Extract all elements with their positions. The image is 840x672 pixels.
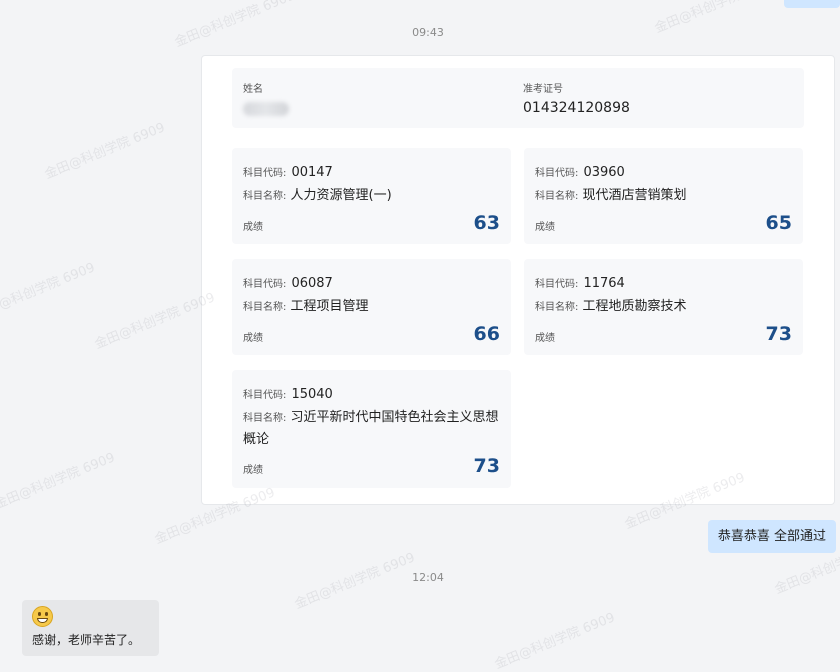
watermark: 金田@科创学院 6909 [0,260,98,323]
candidate-info-panel: 姓名 准考证号 014324120898 [232,68,804,128]
incoming-message-text: 感谢，老师辛苦了。 [32,633,141,647]
name-label: 科目名称: [243,413,287,424]
subject-code: 11764 [583,276,625,291]
score-label: 成绩 [243,333,263,344]
ticket-field: 准考证号 014324120898 [523,80,630,116]
subject-card: 科目代码: 15040 科目名称: 习近平新时代中国特色社会主义思想概论 成绩 … [232,370,511,488]
subject-score: 66 [473,323,500,345]
watermark: 金田@科创学院 6909 [0,450,118,513]
subject-code: 15040 [291,387,333,402]
top-bubble-stub[interactable] [784,0,840,8]
subject-card: 科目代码: 11764 科目名称: 工程地质勘察技术 成绩 73 [524,259,803,355]
subject-card: 科目代码: 06087 科目名称: 工程项目管理 成绩 66 [232,259,511,355]
ticket-value: 014324120898 [523,100,630,116]
timestamp: 12:04 [412,571,444,584]
subject-score: 73 [473,455,500,477]
timestamp: 09:43 [412,26,444,39]
subject-score: 65 [765,212,792,234]
name-label: 科目名称: [535,191,579,202]
subject-score: 63 [473,212,500,234]
score-label: 成绩 [243,222,263,233]
incoming-message-bubble[interactable]: 感谢，老师辛苦了。 [22,600,159,656]
name-label: 科目名称: [243,302,287,313]
watermark: 金田@科创学院 6909 [42,120,168,183]
code-label: 科目代码: [243,390,287,401]
watermark: 金田@科创学院 6909 [492,610,618,672]
name-label: 科目名称: [243,191,287,202]
score-label: 成绩 [243,465,263,476]
code-label: 科目代码: [535,279,579,290]
name-field: 姓名 [243,80,289,116]
score-result-card[interactable]: 姓名 准考证号 014324120898 科目代码: 00147 科目名称: 人… [201,55,835,505]
subject-card: 科目代码: 03960 科目名称: 现代酒店营销策划 成绩 65 [524,148,803,244]
ticket-label: 准考证号 [523,84,563,95]
watermark: 金田@科创学院 6909 [92,290,218,353]
subject-name: 人力资源管理(一) [290,188,392,203]
code-label: 科目代码: [535,168,579,179]
outgoing-message-bubble[interactable]: 恭喜恭喜 全部通过 [707,520,836,553]
name-label: 科目名称: [535,302,579,313]
subject-card: 科目代码: 00147 科目名称: 人力资源管理(一) 成绩 63 [232,148,511,244]
subject-name: 工程地质勘察技术 [582,299,687,314]
subject-code: 00147 [291,165,333,180]
name-label: 姓名 [243,84,263,95]
score-label: 成绩 [535,333,555,344]
code-label: 科目代码: [243,168,287,179]
subject-name: 现代酒店营销策划 [582,188,687,203]
subject-code: 06087 [291,276,333,291]
grinning-face-icon [32,606,53,627]
code-label: 科目代码: [243,279,287,290]
subject-code: 03960 [583,165,625,180]
blurred-name [243,102,289,116]
score-label: 成绩 [535,222,555,233]
subject-name: 工程项目管理 [290,299,369,314]
subject-score: 73 [765,323,792,345]
